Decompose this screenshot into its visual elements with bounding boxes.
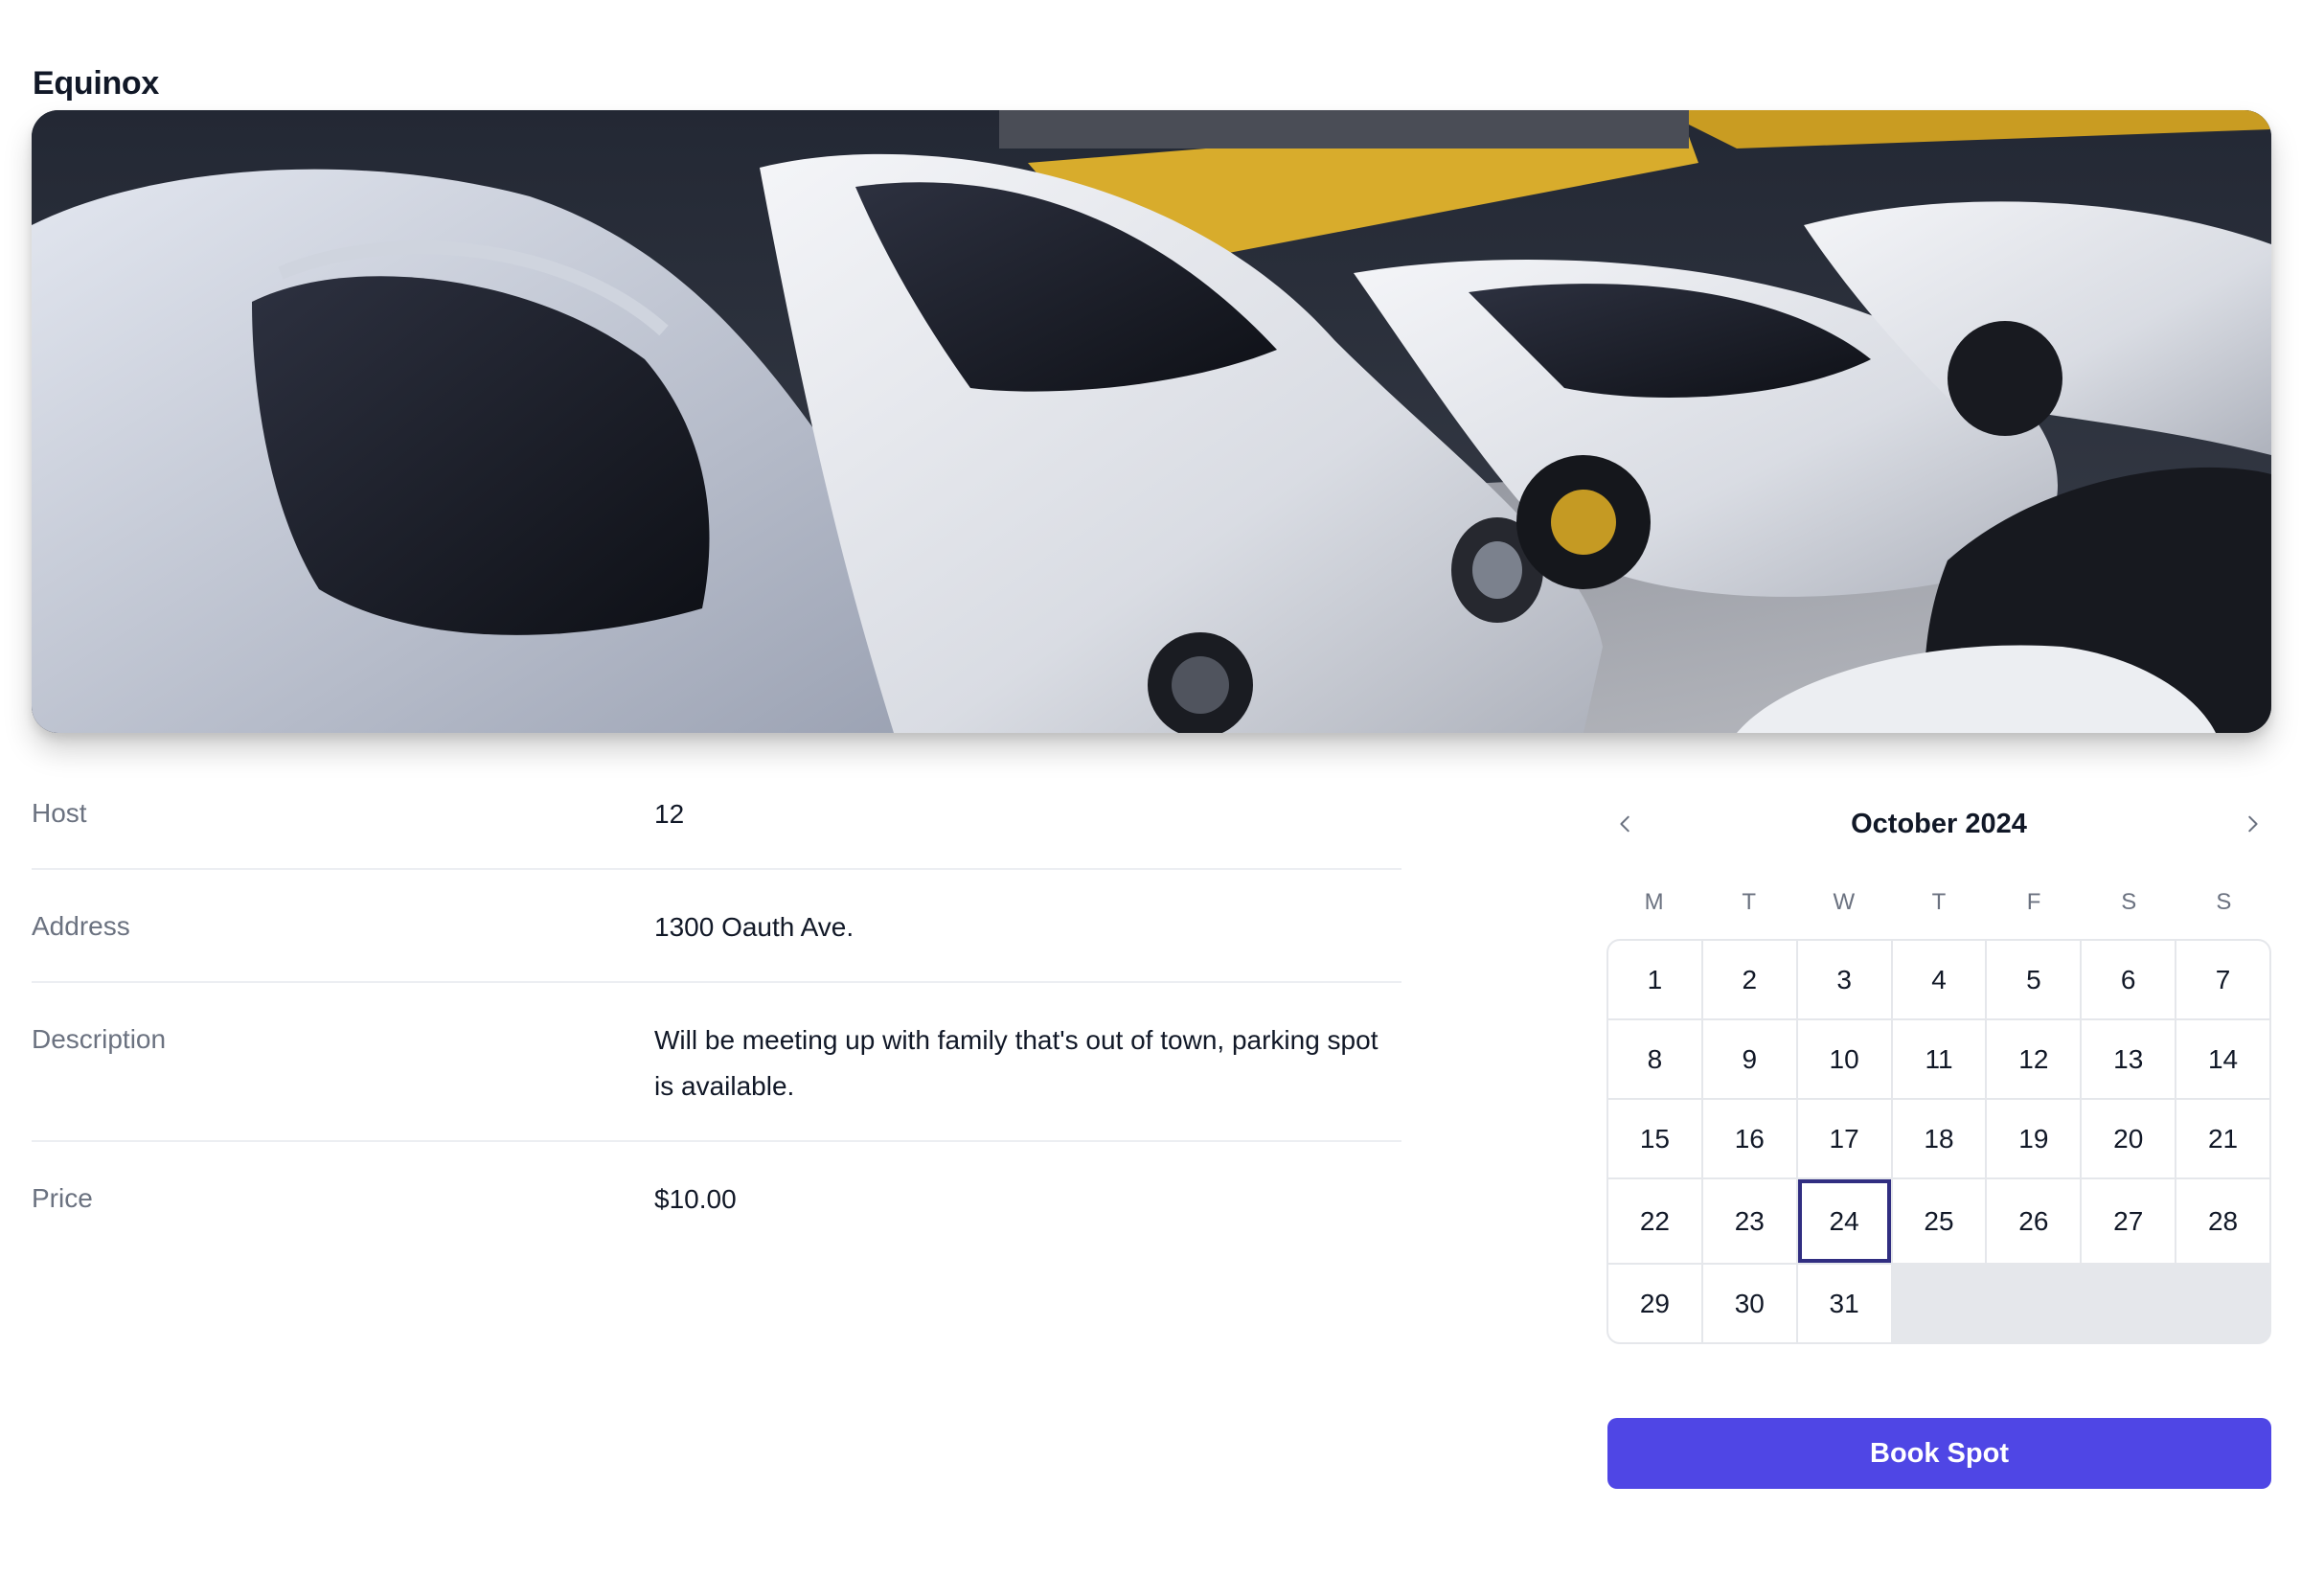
book-spot-button[interactable]: Book Spot — [1607, 1418, 2271, 1489]
calendar-day[interactable]: 30 — [1702, 1265, 1796, 1342]
description-value: Will be meeting up with family that's ou… — [654, 1025, 1378, 1101]
spot-details-list: Host 12 Address 1300 Oauth Ave. Descript… — [32, 757, 1401, 1253]
calendar-day[interactable]: 25 — [1892, 1179, 1986, 1263]
calendar-month-label: October 2024 — [1851, 808, 2027, 839]
calendar-day-grid: 1 2 3 4 5 6 7 8 9 10 11 12 13 14 15 16 1… — [1606, 939, 2271, 1344]
calendar-day[interactable]: 12 — [1987, 1020, 2081, 1098]
calendar-day[interactable]: 26 — [1987, 1179, 2081, 1263]
detail-row-address: Address 1300 Oauth Ave. — [32, 870, 1401, 983]
chevron-left-icon — [1620, 815, 1629, 833]
calendar-day[interactable]: 17 — [1797, 1100, 1891, 1177]
weekday-label: S — [2216, 889, 2232, 915]
host-value: 12 — [654, 799, 685, 829]
weekday-label: W — [1833, 889, 1856, 915]
price-label: Price — [32, 1183, 93, 1213]
weekday-header: M T W T F S S — [1606, 878, 2271, 927]
calendar-day[interactable]: 1 — [1608, 941, 1701, 1018]
calendar-empty-cell — [2176, 1265, 2269, 1342]
calendar-day[interactable]: 3 — [1797, 941, 1891, 1018]
calendar-day[interactable]: 14 — [2176, 1020, 2269, 1098]
calendar-day[interactable]: 8 — [1608, 1020, 1701, 1098]
description-label: Description — [32, 1024, 167, 1054]
calendar-day[interactable]: 9 — [1702, 1020, 1796, 1098]
calendar-day[interactable]: 29 — [1608, 1265, 1701, 1342]
spot-title: Equinox — [33, 65, 160, 102]
calendar-day[interactable]: 7 — [2176, 941, 2269, 1018]
detail-row-description: Description Will be meeting up with fami… — [32, 983, 1401, 1142]
spot-photo — [32, 110, 2271, 733]
next-month-button[interactable] — [2233, 805, 2271, 843]
weekday-label: M — [1644, 889, 1664, 915]
detail-row-price: Price $10.00 — [32, 1142, 1401, 1253]
address-value: 1300 Oauth Ave. — [654, 912, 854, 942]
calendar-day[interactable]: 21 — [2176, 1100, 2269, 1177]
calendar-day[interactable]: 10 — [1797, 1020, 1891, 1098]
calendar-empty-cell — [2082, 1265, 2176, 1342]
spot-detail-page: Equinox Host 12 Address 1300 Oauth Ave. … — [0, 0, 2324, 1577]
calendar-day[interactable]: 28 — [2176, 1179, 2269, 1263]
calendar-day[interactable]: 6 — [2082, 941, 2176, 1018]
calendar-empty-cell — [1892, 1265, 1986, 1342]
weekday-label: F — [2026, 889, 2041, 915]
weekday-label: T — [1742, 889, 1757, 915]
calendar-empty-cell — [1987, 1265, 2081, 1342]
weekday-label: T — [1931, 889, 1947, 915]
garage-photo-illustration — [32, 110, 2271, 733]
calendar-day[interactable]: 31 — [1797, 1265, 1891, 1342]
chevron-right-icon — [2248, 815, 2258, 833]
previous-month-button[interactable] — [1606, 805, 1645, 843]
detail-row-host: Host 12 — [32, 757, 1401, 870]
calendar-day[interactable]: 18 — [1892, 1100, 1986, 1177]
address-label: Address — [32, 911, 130, 941]
calendar-day[interactable]: 2 — [1702, 941, 1796, 1018]
host-label: Host — [32, 798, 87, 828]
calendar-day[interactable]: 27 — [2082, 1179, 2176, 1263]
calendar-day[interactable]: 22 — [1608, 1179, 1701, 1263]
calendar-header: October 2024 — [1606, 786, 2271, 862]
booking-calendar: October 2024 M T W T F S S 1 2 3 4 5 6 7… — [1606, 786, 2271, 1344]
calendar-day-selected[interactable]: 24 — [1797, 1179, 1891, 1263]
calendar-day[interactable]: 4 — [1892, 941, 1986, 1018]
price-value: $10.00 — [654, 1184, 737, 1214]
calendar-day[interactable]: 20 — [2082, 1100, 2176, 1177]
calendar-day[interactable]: 15 — [1608, 1100, 1701, 1177]
calendar-day[interactable]: 5 — [1987, 941, 2081, 1018]
calendar-day[interactable]: 11 — [1892, 1020, 1986, 1098]
weekday-label: S — [2121, 889, 2137, 915]
calendar-day[interactable]: 16 — [1702, 1100, 1796, 1177]
calendar-day[interactable]: 19 — [1987, 1100, 2081, 1177]
calendar-day[interactable]: 23 — [1702, 1179, 1796, 1263]
calendar-day[interactable]: 13 — [2082, 1020, 2176, 1098]
